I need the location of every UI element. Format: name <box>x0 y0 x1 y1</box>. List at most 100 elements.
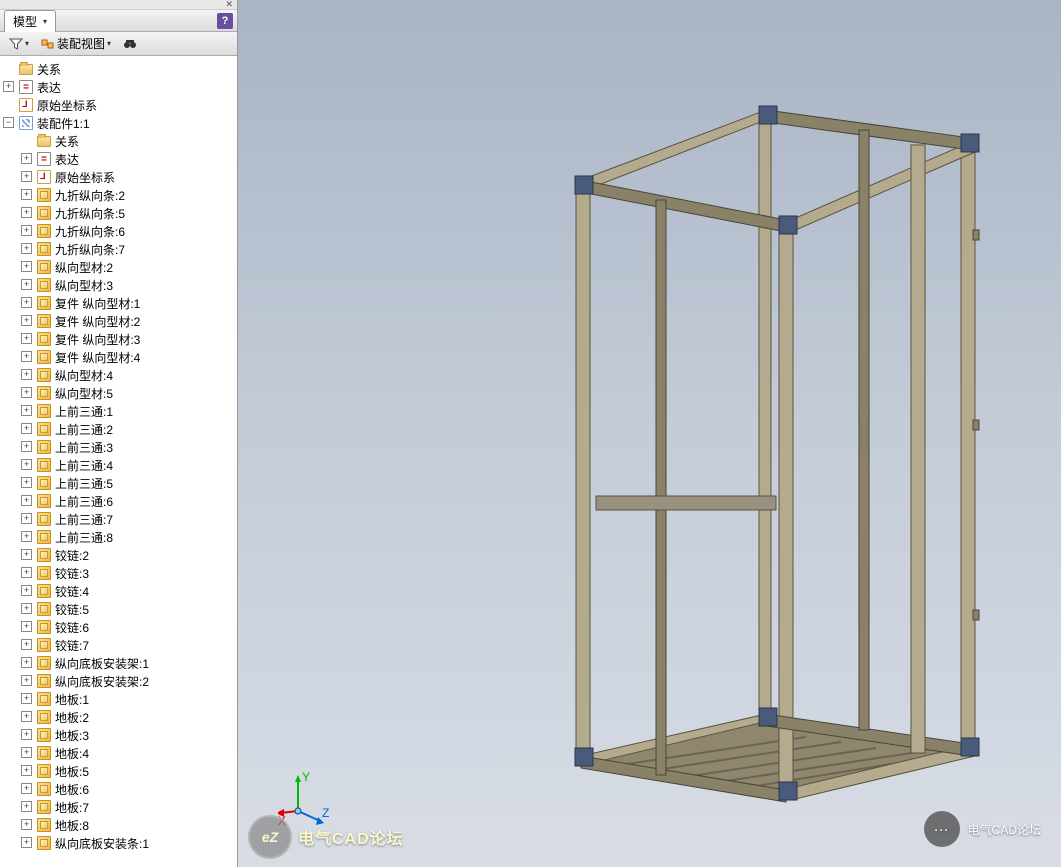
model-tab[interactable]: 模型 ▾ <box>4 10 56 32</box>
part-icon <box>36 439 52 455</box>
tree-node[interactable]: +原始坐标系 <box>0 168 237 186</box>
tree-node[interactable]: +铰链:6 <box>0 618 237 636</box>
tree-node[interactable]: +上前三通:6 <box>0 492 237 510</box>
tree-node[interactable]: +纵向底板安装架:2 <box>0 672 237 690</box>
assembly-view-button[interactable]: 装配视图 ▾ <box>38 34 114 53</box>
expand-icon[interactable]: + <box>21 675 32 686</box>
expand-icon[interactable]: + <box>21 153 32 164</box>
expand-icon[interactable]: + <box>3 81 14 92</box>
expand-icon[interactable]: + <box>21 783 32 794</box>
tree-node[interactable]: + 铰链:7 <box>0 636 237 654</box>
tree-node[interactable]: +复件 纵向型材:4 <box>0 348 237 366</box>
tree-node[interactable]: +表达 <box>0 150 237 168</box>
expand-icon[interactable]: + <box>21 837 32 848</box>
3d-viewport[interactable]: Y X Z eZ 电气CAD论坛 电气CAD论坛 <box>238 0 1061 867</box>
tree-node[interactable]: +铰链:5 <box>0 600 237 618</box>
tree-node[interactable]: +纵向底板安装条:1 <box>0 834 237 852</box>
tree-node[interactable]: +地板:3 <box>0 726 237 744</box>
tree-node[interactable]: +地板:7 <box>0 798 237 816</box>
tree-node[interactable]: 关系 <box>0 132 237 150</box>
expand-icon[interactable]: + <box>21 765 32 776</box>
tree-node[interactable]: +地板:1 <box>0 690 237 708</box>
tree-node[interactable]: +地板:6 <box>0 780 237 798</box>
tree-node[interactable]: −装配件1:1 <box>0 114 237 132</box>
part-icon <box>36 565 52 581</box>
panel-close-icon[interactable]: ✕ <box>225 0 233 10</box>
expand-icon[interactable]: + <box>21 531 32 542</box>
tree-node[interactable]: +九折纵向条:7 <box>0 240 237 258</box>
tree-node-label: 纵向型材:2 <box>55 259 113 276</box>
tree-node[interactable]: +复件 纵向型材:2 <box>0 312 237 330</box>
expand-icon[interactable]: + <box>21 387 32 398</box>
tree-node[interactable]: +上前三通:7 <box>0 510 237 528</box>
expand-icon[interactable]: + <box>21 603 32 614</box>
tree-node[interactable]: +铰链:3 <box>0 564 237 582</box>
find-button[interactable] <box>120 36 140 52</box>
expand-icon[interactable]: + <box>21 333 32 344</box>
expand-icon[interactable]: + <box>21 459 32 470</box>
help-icon[interactable]: ? <box>217 13 233 29</box>
tree-node[interactable]: 关系 <box>0 60 237 78</box>
expand-icon[interactable]: + <box>21 747 32 758</box>
tree-node[interactable]: +复件 纵向型材:1 <box>0 294 237 312</box>
expand-icon[interactable]: + <box>21 171 32 182</box>
tree-node[interactable]: +上前三通:2 <box>0 420 237 438</box>
tree-node[interactable]: +铰链:4 <box>0 582 237 600</box>
tree-node[interactable]: +地板:2 <box>0 708 237 726</box>
expand-icon[interactable]: + <box>21 405 32 416</box>
expand-icon[interactable]: + <box>21 189 32 200</box>
expand-icon[interactable]: + <box>21 477 32 488</box>
tree-node[interactable]: 原始坐标系 <box>0 96 237 114</box>
part-icon <box>36 277 52 293</box>
tree-node[interactable]: +纵向型材:3 <box>0 276 237 294</box>
tree-node[interactable]: +地板:8 <box>0 816 237 834</box>
tree-node[interactable]: +表达 <box>0 78 237 96</box>
tree-node[interactable]: +上前三通:5 <box>0 474 237 492</box>
part-icon <box>36 763 52 779</box>
tree-node[interactable]: +纵向型材:5 <box>0 384 237 402</box>
tree-node[interactable]: +上前三通:4 <box>0 456 237 474</box>
tree-node[interactable]: +纵向型材:4 <box>0 366 237 384</box>
expand-icon[interactable]: + <box>21 351 32 362</box>
expand-icon[interactable]: + <box>21 225 32 236</box>
collapse-icon[interactable]: − <box>3 117 14 128</box>
filter-button[interactable]: ▾ <box>6 36 32 52</box>
tree-node-label: 铰链:7 <box>55 637 89 654</box>
expand-icon[interactable]: + <box>21 621 32 632</box>
expand-icon[interactable]: + <box>21 279 32 290</box>
expand-icon[interactable]: + <box>21 495 32 506</box>
expand-icon[interactable]: + <box>21 657 32 668</box>
expand-icon[interactable]: + <box>21 315 32 326</box>
expand-icon[interactable]: + <box>21 819 32 830</box>
expand-icon[interactable]: + <box>21 711 32 722</box>
expand-icon[interactable]: + <box>21 729 32 740</box>
expand-icon[interactable]: + <box>21 423 32 434</box>
expand-icon[interactable]: + <box>21 549 32 560</box>
expand-icon[interactable]: + <box>21 207 32 218</box>
expand-icon[interactable]: + <box>21 585 32 596</box>
expand-icon[interactable]: + <box>21 441 32 452</box>
tab-dropdown-icon[interactable]: ▾ <box>43 17 47 26</box>
tree-node[interactable]: + 纵向型材:2 <box>0 258 237 276</box>
tree-node[interactable]: +九折纵向条:5 <box>0 204 237 222</box>
expand-icon[interactable]: + <box>21 693 32 704</box>
tree-node[interactable]: +九折纵向条:6 <box>0 222 237 240</box>
tree-node[interactable]: +地板:4 <box>0 744 237 762</box>
expand-icon[interactable]: + <box>21 639 32 650</box>
tree-node[interactable]: +上前三通:8 <box>0 528 237 546</box>
tree-node[interactable]: +地板:5 <box>0 762 237 780</box>
tree-node[interactable]: +上前三通:1 <box>0 402 237 420</box>
expand-icon[interactable]: + <box>21 297 32 308</box>
tree-node[interactable]: +复件 纵向型材:3 <box>0 330 237 348</box>
expand-icon[interactable]: + <box>21 567 32 578</box>
expand-icon[interactable]: + <box>21 513 32 524</box>
tree-node[interactable]: +上前三通:3 <box>0 438 237 456</box>
model-tree[interactable]: 关系+表达原始坐标系−装配件1:1关系+表达+原始坐标系+九折纵向条:2+九折纵… <box>0 56 237 867</box>
expand-icon[interactable]: + <box>21 369 32 380</box>
tree-node[interactable]: +九折纵向条:2 <box>0 186 237 204</box>
expand-icon[interactable]: + <box>21 243 32 254</box>
tree-node[interactable]: +铰链:2 <box>0 546 237 564</box>
expand-icon[interactable]: + <box>21 801 32 812</box>
expand-icon[interactable]: + <box>21 261 32 272</box>
tree-node[interactable]: +纵向底板安装架:1 <box>0 654 237 672</box>
